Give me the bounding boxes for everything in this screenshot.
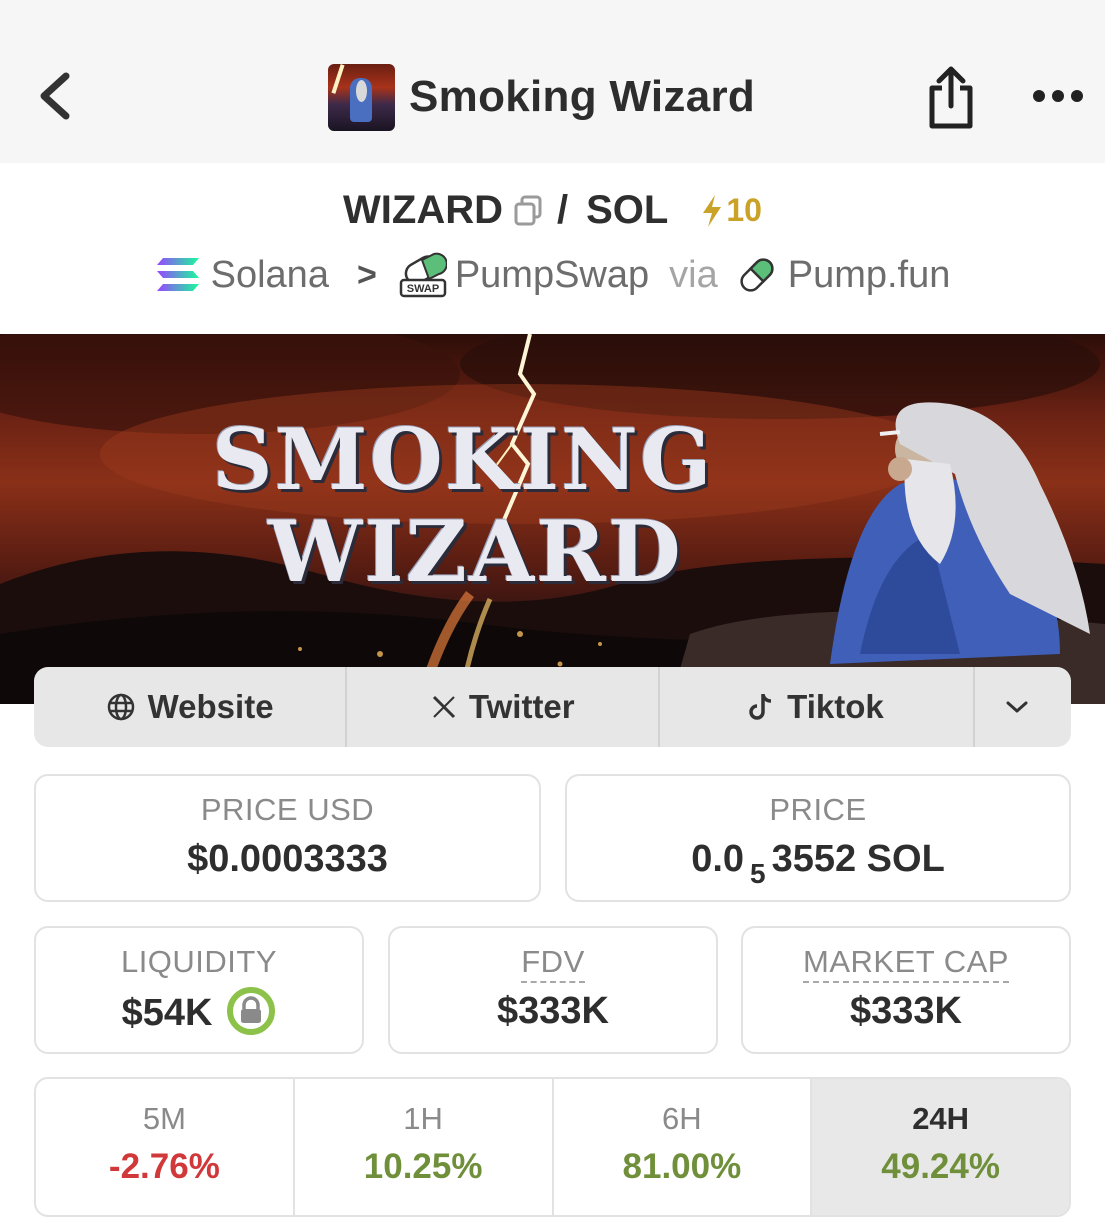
top-nav-bar: Smoking Wizard — [0, 0, 1105, 163]
change-tab-6h[interactable]: 6H 81.00% — [554, 1079, 813, 1215]
banner-title-line1: SMOKING — [212, 410, 714, 509]
quote-token-symbol: SOL — [586, 188, 669, 232]
twitter-link-button[interactable]: Twitter — [347, 667, 661, 747]
price-usd-value: $0.0003333 — [187, 838, 388, 880]
lock-icon[interactable] — [226, 986, 276, 1036]
route-row: Solana > SWAP PumpSwap via Pump.fun — [0, 252, 1105, 306]
price-sol-zero-count: 5 — [750, 858, 766, 889]
copy-icon[interactable] — [513, 195, 543, 227]
chevron-right-icon: > — [356, 255, 377, 294]
change-value: 49.24% — [881, 1147, 1000, 1186]
price-usd-card: PRICE USD $0.0003333 — [34, 774, 541, 902]
token-header: Smoking Wizard — [328, 63, 755, 131]
tiktok-icon — [749, 694, 772, 720]
change-value: 81.00% — [622, 1147, 742, 1186]
launchpad-link[interactable]: Pump.fun — [788, 254, 951, 297]
share-icon — [929, 66, 973, 129]
base-token-symbol: WIZARD — [343, 188, 503, 232]
more-options-button[interactable] — [1030, 80, 1086, 112]
solana-icon — [156, 258, 199, 291]
dex-link[interactable]: PumpSwap — [455, 254, 649, 297]
liquidity-card: LIQUIDITY $54K — [34, 926, 364, 1054]
change-tab-24h[interactable]: 24H 49.24% — [812, 1079, 1069, 1215]
tiktok-link-button[interactable]: Tiktok — [660, 667, 975, 747]
change-label: 6H — [662, 1101, 702, 1136]
change-value: 10.25% — [363, 1147, 483, 1186]
price-sol-value: 0.0 5 3552 SOL — [567, 838, 1069, 889]
pair-title-row: WIZARD / SOL 10 — [0, 188, 1105, 248]
boost-count: 10 — [726, 192, 762, 228]
globe-icon — [107, 693, 134, 721]
liquidity-label: LIQUIDITY — [120, 944, 278, 979]
market-cap-value: $333K — [850, 990, 962, 1032]
change-tab-1h[interactable]: 1H 10.25% — [295, 1079, 554, 1215]
tiktok-label: Tiktok — [787, 688, 884, 725]
change-label: 24H — [912, 1101, 970, 1136]
price-sol-card: PRICE 0.0 5 3552 SOL — [565, 774, 1071, 902]
twitter-label: Twitter — [468, 688, 575, 725]
banner-title-line2: WIZARD — [268, 502, 683, 601]
change-tab-5m[interactable]: 5M -2.76% — [36, 1079, 295, 1215]
price-change-tabs: 5M -2.76% 1H 10.25% 6H 81.00% 24H 49.24% — [34, 1077, 1071, 1217]
page-title: Smoking Wizard — [409, 72, 756, 121]
fdv-value: $333K — [497, 990, 609, 1032]
pumpswap-badge-text: SWAP — [407, 283, 439, 295]
token-banner-image: SMOKING WIZARD — [0, 334, 1105, 704]
share-button[interactable] — [922, 64, 980, 132]
more-links-dropdown[interactable] — [975, 667, 1071, 747]
lightning-icon — [703, 194, 722, 227]
boost-badge[interactable]: 10 — [700, 192, 762, 229]
price-sol-suffix: 3552 SOL — [771, 838, 945, 880]
liquidity-value-row: $54K — [36, 987, 362, 1040]
change-label: 5M — [142, 1101, 186, 1136]
market-cap-label: MARKET CAP — [803, 944, 1009, 983]
pill-icon — [740, 258, 774, 292]
price-usd-label: PRICE USD — [200, 792, 375, 827]
fdv-label: FDV — [521, 944, 585, 983]
social-links-bar: Website Twitter Tiktok — [34, 667, 1071, 747]
fdv-card[interactable]: FDV $333K — [388, 926, 718, 1054]
pair-separator: / — [557, 188, 569, 232]
via-label: via — [669, 253, 718, 296]
x-logo-icon — [432, 695, 455, 719]
pumpswap-icon: SWAP — [399, 252, 447, 298]
change-value: -2.76% — [108, 1147, 220, 1186]
chevron-down-icon — [1006, 701, 1028, 713]
back-button[interactable] — [30, 66, 90, 126]
chain-link[interactable]: Solana — [211, 254, 329, 297]
price-sol-prefix: 0.0 — [691, 838, 745, 880]
more-dots-icon — [1033, 90, 1083, 102]
token-avatar — [328, 63, 395, 131]
liquidity-value: $54K — [121, 992, 213, 1035]
change-label: 1H — [403, 1101, 443, 1136]
price-sol-label: PRICE — [769, 792, 867, 827]
website-link-button[interactable]: Website — [34, 667, 348, 747]
chevron-left-icon — [40, 72, 70, 120]
market-cap-card[interactable]: MARKET CAP $333K — [741, 926, 1071, 1054]
website-label: Website — [147, 688, 274, 725]
